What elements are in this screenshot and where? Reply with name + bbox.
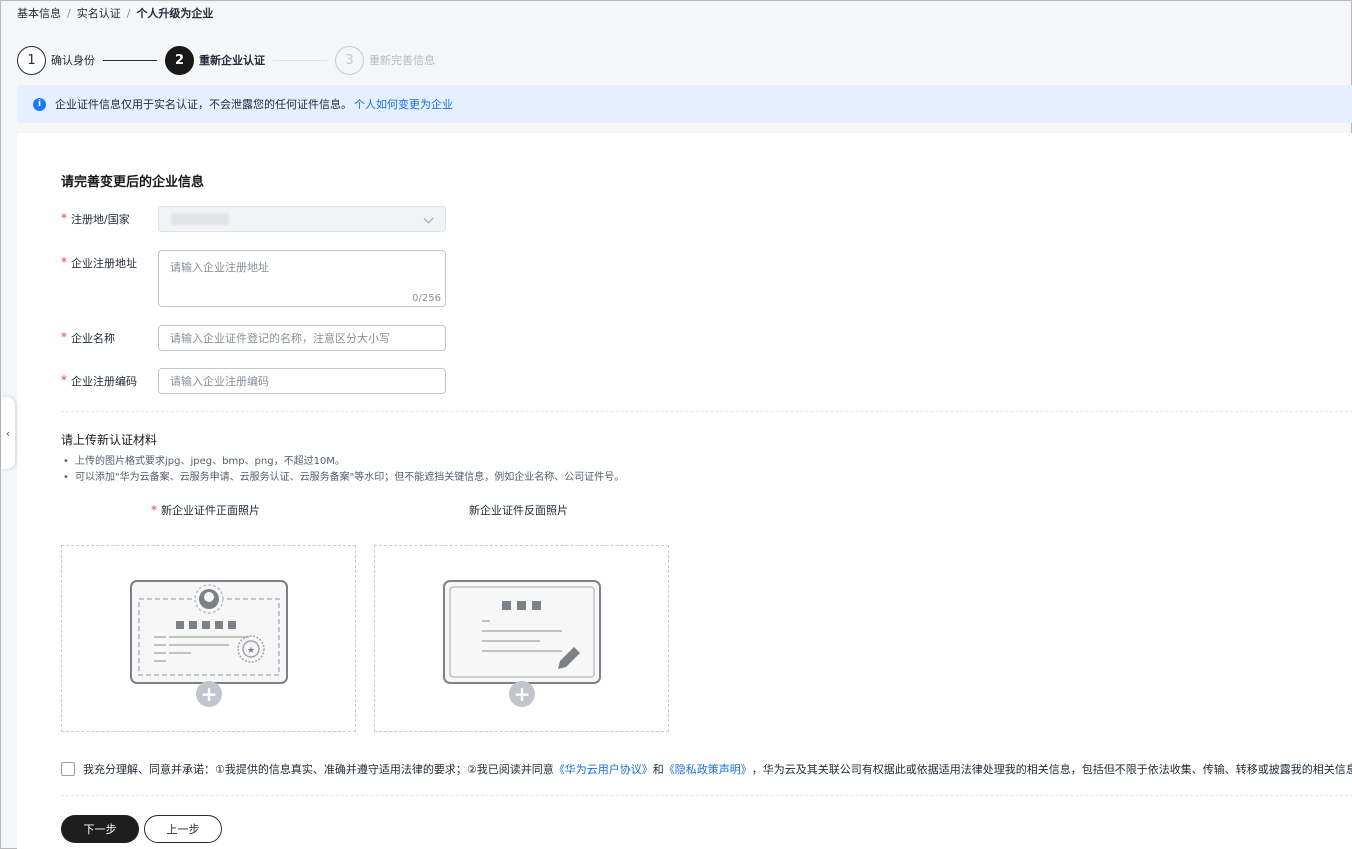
upload-tip: 上传的图片格式要求jpg、jpeg、bmp、png，不超过10M。 <box>63 454 624 470</box>
step-connector <box>273 59 327 61</box>
form-row-code: * 企业注册编码 请输入企业注册编码 <box>61 368 446 394</box>
front-photo-label-text: 新企业证件正面照片 <box>161 504 260 517</box>
step-1-number: 1 <box>17 45 46 75</box>
country-label: * 注册地/国家 <box>61 206 158 232</box>
user-agreement-link[interactable]: 《华为云用户协议》 <box>554 761 653 777</box>
breadcrumb-item-basic-info[interactable]: 基本信息 <box>17 5 61 21</box>
required-mark: * <box>151 503 157 517</box>
breadcrumb-separator: / <box>126 6 131 20</box>
step-2-label: 重新企业认证 <box>199 54 265 67</box>
step-1: 1 确认身份 <box>17 45 95 75</box>
change-to-enterprise-link[interactable]: 个人如何变更为企业 <box>354 96 453 112</box>
upload-section-title: 请上传新认证材料 <box>61 433 158 447</box>
step-2-number: 2 <box>165 45 194 75</box>
chevron-left-icon: ‹ <box>5 426 11 440</box>
breadcrumb-current: 个人升级为企业 <box>136 7 214 20</box>
breadcrumb-separator: / <box>67 6 71 20</box>
add-front-photo-icon[interactable]: + <box>196 681 222 707</box>
agreement-text-tail: ，华为云及其关联公司有权据此或依据适用法律处理我的相关信息，包括但不限于依法收集… <box>751 763 1352 776</box>
registration-code-input[interactable]: 请输入企业注册编码 <box>158 368 446 394</box>
address-label: * 企业注册地址 <box>61 250 158 307</box>
step-1-label: 确认身份 <box>51 54 95 67</box>
address-char-counter: 0/256 <box>412 293 441 304</box>
previous-step-button[interactable]: 上一步 <box>144 815 222 843</box>
section-title-enterprise-info: 请完善变更后的企业信息 <box>61 175 205 190</box>
required-mark: * <box>61 255 67 269</box>
address-label-text: 企业注册地址 <box>71 257 137 270</box>
code-label-text: 企业注册编码 <box>71 375 137 388</box>
name-label: * 企业名称 <box>61 325 158 351</box>
form-card <box>17 133 1352 849</box>
collapse-sidebar-handle[interactable]: ‹ <box>1 397 15 469</box>
address-textarea[interactable]: 请输入企业注册地址 0/256 <box>158 250 446 307</box>
step-2: 2 重新企业认证 <box>165 45 265 75</box>
enterprise-name-input[interactable]: 请输入企业证件登记的名称，注意区分大小写 <box>158 325 446 351</box>
breadcrumb-item-real-name[interactable]: 实名认证 <box>77 5 121 21</box>
section-divider <box>61 411 1352 412</box>
add-back-photo-icon[interactable]: + <box>509 681 535 707</box>
required-mark: * <box>61 211 67 225</box>
step-3-number: 3 <box>335 45 364 75</box>
upload-tips: 上传的图片格式要求jpg、jpeg、bmp、png，不超过10M。 可以添加"华… <box>63 454 624 486</box>
front-photo-label: * 新企业证件正面照片 <box>151 502 260 518</box>
step-connector <box>103 59 157 61</box>
country-label-text: 注册地/国家 <box>71 213 130 226</box>
step-3: 3 重新完善信息 <box>335 45 435 75</box>
agreement-row: 我充分理解、同意并承诺：①我提供的信息真实、准确并遵守适用法律的要求；②我已阅读… <box>61 761 1352 777</box>
upload-tip: 可以添加"华为云备案、云服务申请、云服务认证、云服务备案"等水印；但不能遮挡关键… <box>63 470 624 486</box>
form-row-country: * 注册地/国家 <box>61 206 446 232</box>
agreement-text: 我充分理解、同意并承诺：①我提供的信息真实、准确并遵守适用法律的要求；②我已阅读… <box>83 763 554 776</box>
notice-text: 企业证件信息仅用于实名认证，不会泄露您的任何证件信息。 <box>55 98 352 111</box>
info-icon: i <box>33 97 46 111</box>
back-photo-label: 新企业证件反面照片 <box>469 504 568 517</box>
form-row-address: * 企业注册地址 请输入企业注册地址 0/256 <box>61 250 446 307</box>
address-placeholder: 请输入企业注册地址 <box>170 261 269 274</box>
stepper: 1 确认身份 2 重新企业认证 3 重新完善信息 <box>17 45 435 75</box>
agreement-and-text: 和 <box>652 763 664 776</box>
back-photo-upload[interactable]: + <box>374 545 669 732</box>
breadcrumb: 基本信息 / 实名认证 / 个人升级为企业 <box>17 5 213 21</box>
next-step-button[interactable]: 下一步 <box>61 815 139 843</box>
chevron-down-icon <box>423 213 434 224</box>
footer-divider <box>61 795 1352 796</box>
agreement-checkbox[interactable] <box>61 762 75 776</box>
country-select <box>158 206 446 232</box>
step-3-label: 重新完善信息 <box>369 54 435 67</box>
form-row-name: * 企业名称 请输入企业证件登记的名称，注意区分大小写 <box>61 325 446 351</box>
required-mark: * <box>61 373 67 387</box>
svg-text:★: ★ <box>246 646 254 656</box>
info-notice: i 企业证件信息仅用于实名认证，不会泄露您的任何证件信息。 个人如何变更为企业 <box>17 85 1352 123</box>
name-label-text: 企业名称 <box>71 332 115 345</box>
front-photo-upload[interactable]: ★ + <box>61 545 356 732</box>
required-mark: * <box>61 330 67 344</box>
privacy-policy-link[interactable]: 《隐私政策声明》 <box>664 761 752 777</box>
country-value-blurred <box>171 213 229 225</box>
code-label: * 企业注册编码 <box>61 368 158 394</box>
